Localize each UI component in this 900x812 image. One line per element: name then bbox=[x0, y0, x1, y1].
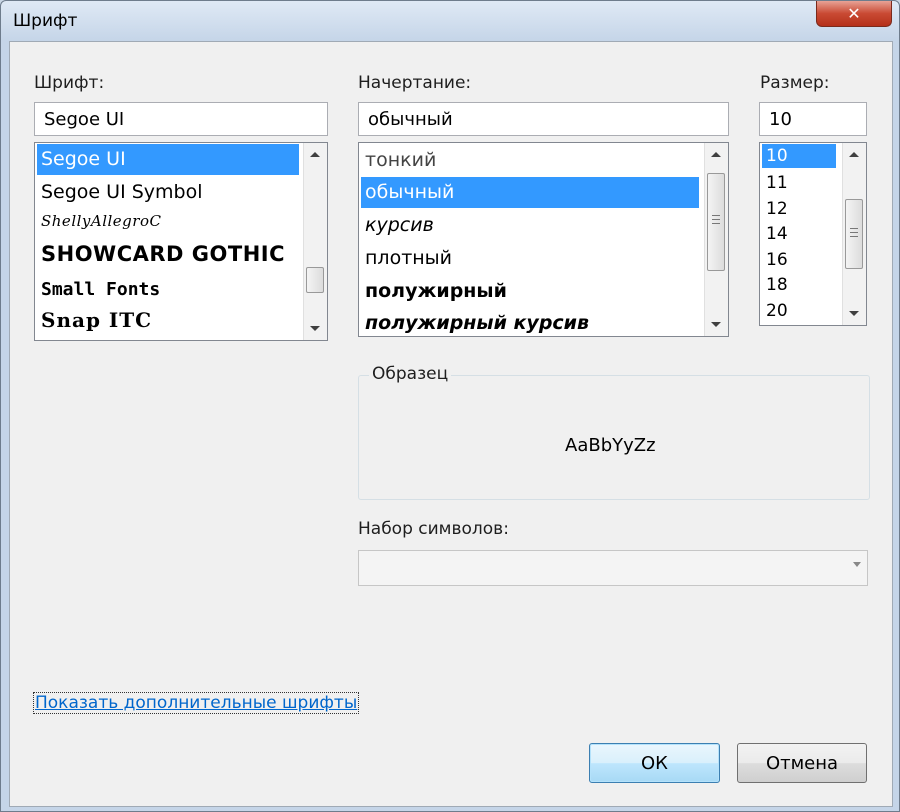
close-button[interactable]: ✕ bbox=[816, 1, 892, 27]
size-list-item[interactable]: 12 bbox=[762, 196, 788, 222]
style-list-item[interactable]: полужирный bbox=[361, 276, 507, 307]
font-list-item[interactable]: Snap ITC bbox=[37, 305, 152, 336]
window-title: Шрифт bbox=[13, 11, 78, 31]
dialog-body: Шрифт: Segoe UI Segoe UI Segoe UI Symbol… bbox=[9, 41, 893, 807]
size-list-item[interactable]: 14 bbox=[762, 221, 788, 247]
size-list[interactable]: 10 11 12 14 16 18 20 bbox=[759, 142, 867, 326]
size-list-item[interactable]: 16 bbox=[762, 247, 788, 273]
style-list-item[interactable]: обычный bbox=[361, 177, 699, 208]
chevron-down-icon bbox=[853, 562, 861, 567]
font-list-item[interactable]: Segoe UI bbox=[37, 144, 299, 175]
close-icon: ✕ bbox=[847, 4, 861, 23]
font-list[interactable]: Segoe UI Segoe UI Symbol ShellyAllegroC … bbox=[34, 142, 328, 341]
scroll-thumb[interactable] bbox=[306, 267, 324, 293]
arrow-up-icon[interactable] bbox=[849, 152, 859, 157]
charset-select[interactable] bbox=[358, 550, 868, 586]
style-list-item[interactable]: тонкий bbox=[361, 145, 436, 176]
size-list-item[interactable]: 11 bbox=[762, 170, 788, 196]
size-label: Размер: bbox=[760, 73, 830, 93]
arrow-up-icon[interactable] bbox=[711, 152, 721, 157]
style-label: Начертание: bbox=[358, 73, 472, 93]
sample-text: AaBbYyZz bbox=[565, 435, 656, 456]
style-list-item[interactable]: курсив bbox=[361, 210, 434, 241]
style-list-scrollbar[interactable] bbox=[704, 143, 728, 336]
arrow-down-icon[interactable] bbox=[711, 322, 721, 327]
font-input[interactable]: Segoe UI bbox=[34, 102, 328, 136]
style-list-item[interactable]: полужирный курсив bbox=[361, 308, 589, 336]
title-bar[interactable]: Шрифт ✕ bbox=[1, 1, 899, 41]
arrow-down-icon[interactable] bbox=[849, 311, 859, 316]
show-more-fonts-link[interactable]: Показать дополнительные шрифты bbox=[32, 692, 360, 714]
font-list-item[interactable]: SHOWCARD GOTHIC bbox=[37, 239, 285, 270]
cancel-button[interactable]: Отмена bbox=[737, 743, 867, 783]
scroll-thumb[interactable] bbox=[707, 173, 725, 271]
charset-label: Набор символов: bbox=[358, 519, 509, 539]
font-list-item[interactable]: ShellyAllegroC bbox=[37, 206, 161, 237]
style-list[interactable]: тонкий обычный курсив плотный полужирный… bbox=[358, 142, 729, 337]
arrow-down-icon[interactable] bbox=[310, 326, 320, 331]
font-list-scrollbar[interactable] bbox=[303, 143, 327, 340]
size-list-scrollbar[interactable] bbox=[842, 143, 866, 325]
font-list-item[interactable]: Segoe UI Symbol bbox=[37, 177, 203, 208]
size-input[interactable]: 10 bbox=[759, 102, 867, 136]
ok-button[interactable]: ОК bbox=[589, 743, 720, 783]
sample-label: Образец bbox=[369, 364, 452, 384]
font-list-item[interactable]: Small Fonts bbox=[37, 274, 160, 305]
size-list-item[interactable]: 20 bbox=[762, 298, 788, 324]
style-list-item[interactable]: плотный bbox=[361, 243, 452, 274]
arrow-up-icon[interactable] bbox=[310, 152, 320, 157]
scroll-thumb[interactable] bbox=[845, 199, 863, 269]
font-label: Шрифт: bbox=[34, 73, 105, 93]
style-input[interactable]: обычный bbox=[358, 102, 729, 136]
size-list-item[interactable]: 18 bbox=[762, 272, 788, 298]
size-list-item[interactable]: 10 bbox=[762, 144, 836, 168]
font-dialog: Шрифт ✕ Шрифт: Segoe UI Segoe UI Segoe U… bbox=[0, 0, 900, 812]
